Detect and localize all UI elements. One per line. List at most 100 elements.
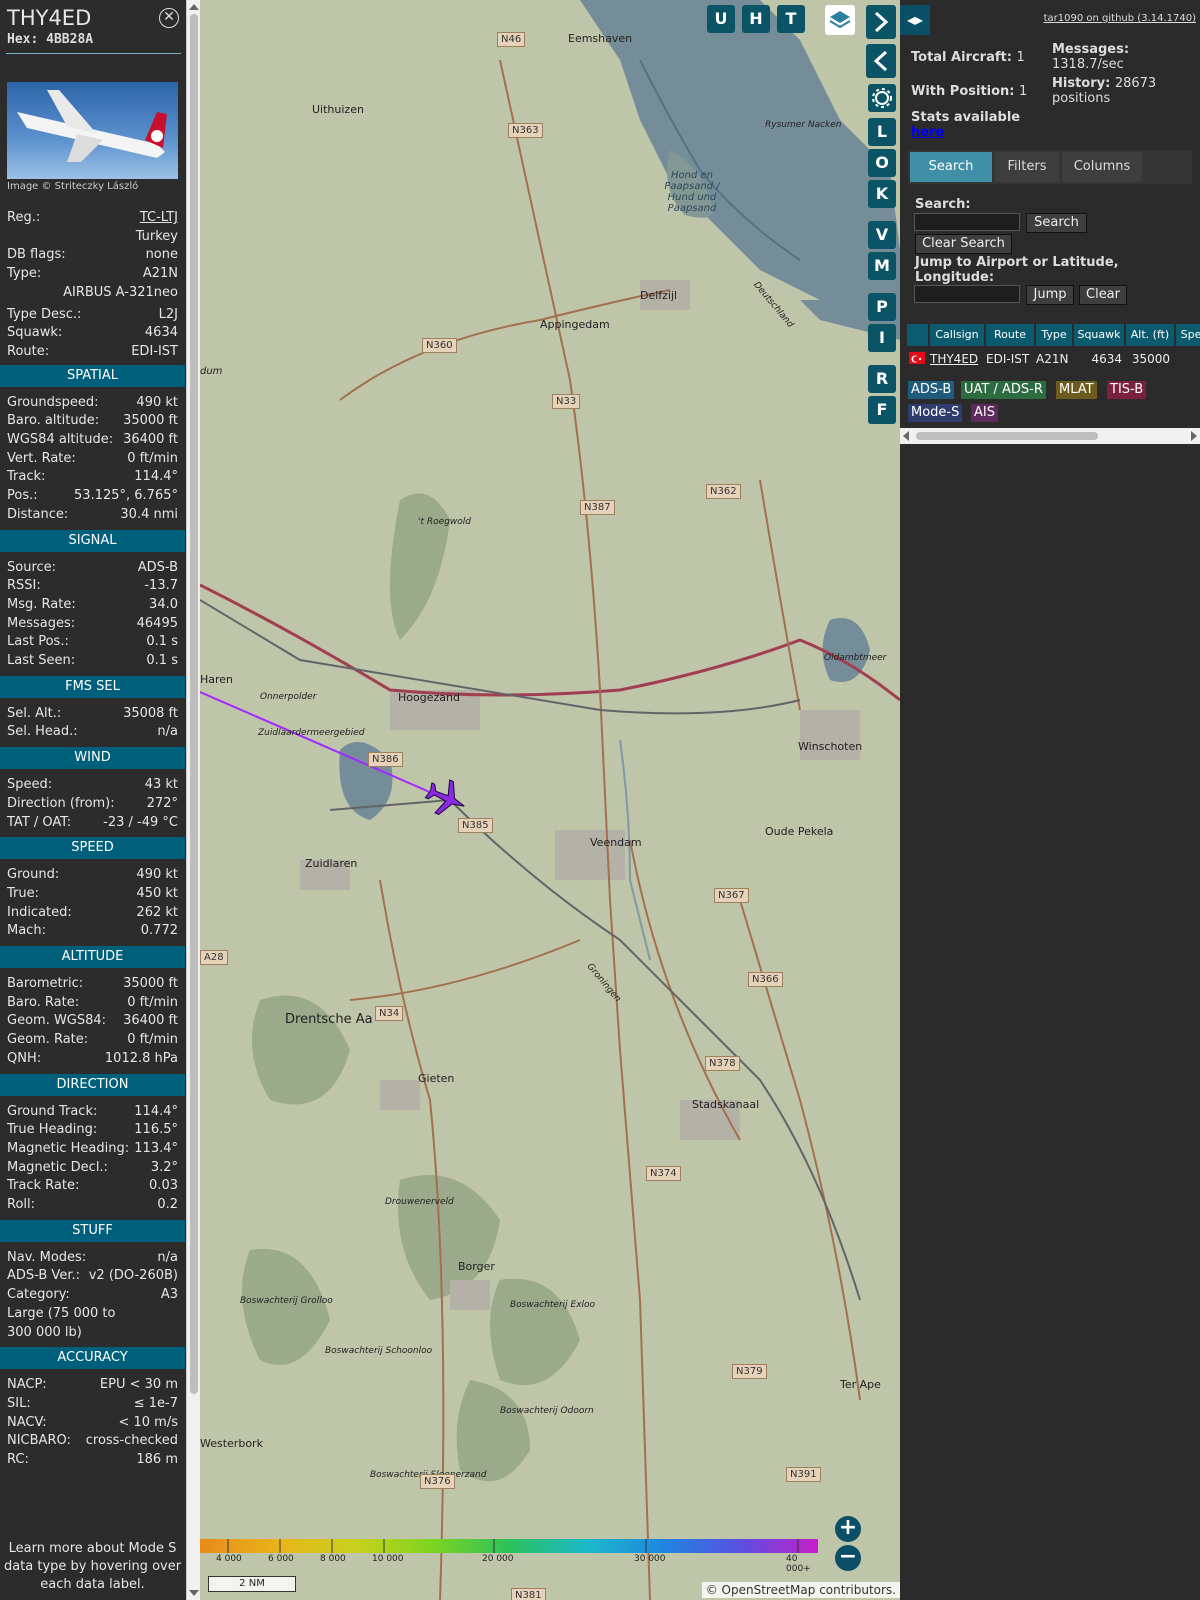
map-button-i[interactable]: I <box>868 324 896 352</box>
info-label[interactable]: TAT / OAT: <box>7 815 71 830</box>
info-label[interactable]: Large (75 000 to <box>7 1306 115 1321</box>
zoom-out-button[interactable]: − <box>835 1545 861 1571</box>
search-button[interactable]: Search <box>1026 213 1087 233</box>
info-label[interactable]: Direction (from): <box>7 796 115 811</box>
info-label[interactable]: WGS84 altitude: <box>7 432 113 447</box>
info-label[interactable]: SIL: <box>7 1396 31 1411</box>
info-label[interactable]: Barometric: <box>7 976 83 991</box>
info-label[interactable]: RSSI: <box>7 578 41 593</box>
aircraft-photo[interactable] <box>7 82 178 179</box>
map-button-h[interactable]: H <box>742 5 770 33</box>
map-button-t[interactable]: T <box>777 5 805 33</box>
info-label[interactable]: Track Rate: <box>7 1178 79 1193</box>
map-button-p[interactable]: P <box>868 293 896 321</box>
info-label[interactable]: Geom. Rate: <box>7 1032 88 1047</box>
info-label[interactable]: Vert. Rate: <box>7 451 76 466</box>
info-label[interactable]: Pos.: <box>7 488 38 503</box>
column-header[interactable]: Type <box>1036 324 1072 346</box>
column-header[interactable]: Spe <box>1176 324 1200 346</box>
info-label[interactable]: Sel. Alt.: <box>7 706 61 721</box>
expand-toggle-icon[interactable]: ◂▸ <box>900 5 930 35</box>
close-icon[interactable]: ✕ <box>159 8 179 28</box>
info-label[interactable]: Msg. Rate: <box>7 597 76 612</box>
info-row: WGS84 altitude: 36400 ft <box>7 432 178 450</box>
column-header[interactable]: Squawk <box>1074 324 1124 346</box>
settings-button[interactable] <box>868 84 896 112</box>
info-label[interactable]: Route: <box>7 344 49 359</box>
search-input[interactable] <box>914 213 1020 231</box>
info-value: 36400 ft <box>123 432 178 447</box>
info-label[interactable]: NICBARO: <box>7 1433 71 1448</box>
layers-button[interactable] <box>825 5 855 35</box>
tab-filters[interactable]: Filters <box>995 152 1059 182</box>
tab-search[interactable]: Search <box>910 152 992 182</box>
table-horizontal-scrollbar[interactable] <box>900 428 1200 444</box>
info-label[interactable]: Geom. WGS84: <box>7 1013 106 1028</box>
info-label[interactable]: Type: <box>7 266 41 281</box>
zoom-in-button[interactable]: + <box>835 1516 861 1542</box>
info-label[interactable]: QNH: <box>7 1051 41 1066</box>
column-header[interactable]: Callsign <box>930 324 984 346</box>
info-row: Reg.: TC-LTJ <box>7 210 178 228</box>
info-label[interactable]: Track: <box>7 469 45 484</box>
info-value: 114.4° <box>134 469 178 485</box>
info-label[interactable]: Ground: <box>7 867 59 882</box>
column-header[interactable]: Route <box>986 324 1034 346</box>
info-label[interactable]: Baro. altitude: <box>7 413 99 428</box>
info-label[interactable]: RC: <box>7 1452 29 1467</box>
map-button-v[interactable]: V <box>868 221 896 249</box>
info-label[interactable]: Mach: <box>7 923 46 938</box>
jump-label: Jump to Airport or Latitude, Longitude: <box>915 255 1119 285</box>
jump-input[interactable] <box>914 285 1020 303</box>
jump-button[interactable]: Jump <box>1026 285 1074 305</box>
info-label[interactable]: ADS-B Ver.: <box>7 1268 80 1283</box>
info-label[interactable]: Distance: <box>7 507 68 522</box>
info-label[interactable]: NACV: <box>7 1415 47 1430</box>
info-label[interactable]: Category: <box>7 1287 70 1302</box>
info-row: TAT / OAT: -23 / -49 °C <box>7 815 178 833</box>
map-button-r[interactable]: R <box>868 365 896 393</box>
info-label[interactable]: DB flags: <box>7 247 66 262</box>
map-button-o[interactable]: O <box>868 149 896 177</box>
info-scrollbar[interactable] <box>186 0 200 1600</box>
info-label[interactable]: Groundspeed: <box>7 395 98 410</box>
info-label[interactable]: Sel. Head.: <box>7 724 78 739</box>
tab-columns[interactable]: Columns <box>1062 152 1142 182</box>
osm-link[interactable]: OpenStreetMap <box>722 1583 816 1597</box>
clear-search-button[interactable]: Clear Search <box>915 234 1012 254</box>
info-label[interactable]: Indicated: <box>7 905 72 920</box>
info-label[interactable]: Source: <box>7 560 56 575</box>
previous-button[interactable] <box>866 44 896 78</box>
map-button-f[interactable]: F <box>868 396 896 424</box>
map-button-k[interactable]: K <box>868 180 896 208</box>
info-label[interactable]: Baro. Rate: <box>7 995 79 1010</box>
column-header[interactable]: Alt. (ft) <box>1126 324 1174 346</box>
info-label[interactable]: Reg.: <box>7 210 40 225</box>
map-button-u[interactable]: U <box>707 5 735 33</box>
info-label[interactable]: Magnetic Heading: <box>7 1141 129 1156</box>
clear-button[interactable]: Clear <box>1079 285 1127 305</box>
stats-link[interactable]: here <box>911 125 944 140</box>
info-label[interactable]: Messages: <box>7 616 75 631</box>
info-label[interactable]: 300 000 lb) <box>7 1325 82 1340</box>
row-callsign[interactable]: THY4ED <box>930 350 978 368</box>
info-value: 0 ft/min <box>127 994 178 1010</box>
map-button-m[interactable]: M <box>868 252 896 280</box>
info-label[interactable]: Roll: <box>7 1197 35 1212</box>
map[interactable]: Eemshaven Uithuizen Delfzijl Appingedam Hoog… <box>200 0 900 1600</box>
next-button[interactable] <box>866 5 896 39</box>
info-label[interactable]: True: <box>7 886 39 901</box>
info-label[interactable]: Speed: <box>7 777 52 792</box>
github-link[interactable]: tar1090 on github (3.14.1740) <box>1044 13 1196 24</box>
info-label[interactable]: Last Pos.: <box>7 634 69 649</box>
map-button-l[interactable]: L <box>868 118 896 146</box>
info-label[interactable]: Nav. Modes: <box>7 1250 86 1265</box>
info-label[interactable]: Magnetic Decl.: <box>7 1160 108 1175</box>
info-label[interactable]: Type Desc.: <box>7 307 81 322</box>
info-label[interactable]: Squawk: <box>7 325 62 340</box>
aircraft-marker-icon[interactable] <box>424 776 468 820</box>
info-label[interactable]: True Heading: <box>7 1122 97 1137</box>
info-label[interactable]: Last Seen: <box>7 653 75 668</box>
info-label[interactable]: NACP: <box>7 1377 47 1392</box>
info-label[interactable]: Ground Track: <box>7 1104 97 1119</box>
